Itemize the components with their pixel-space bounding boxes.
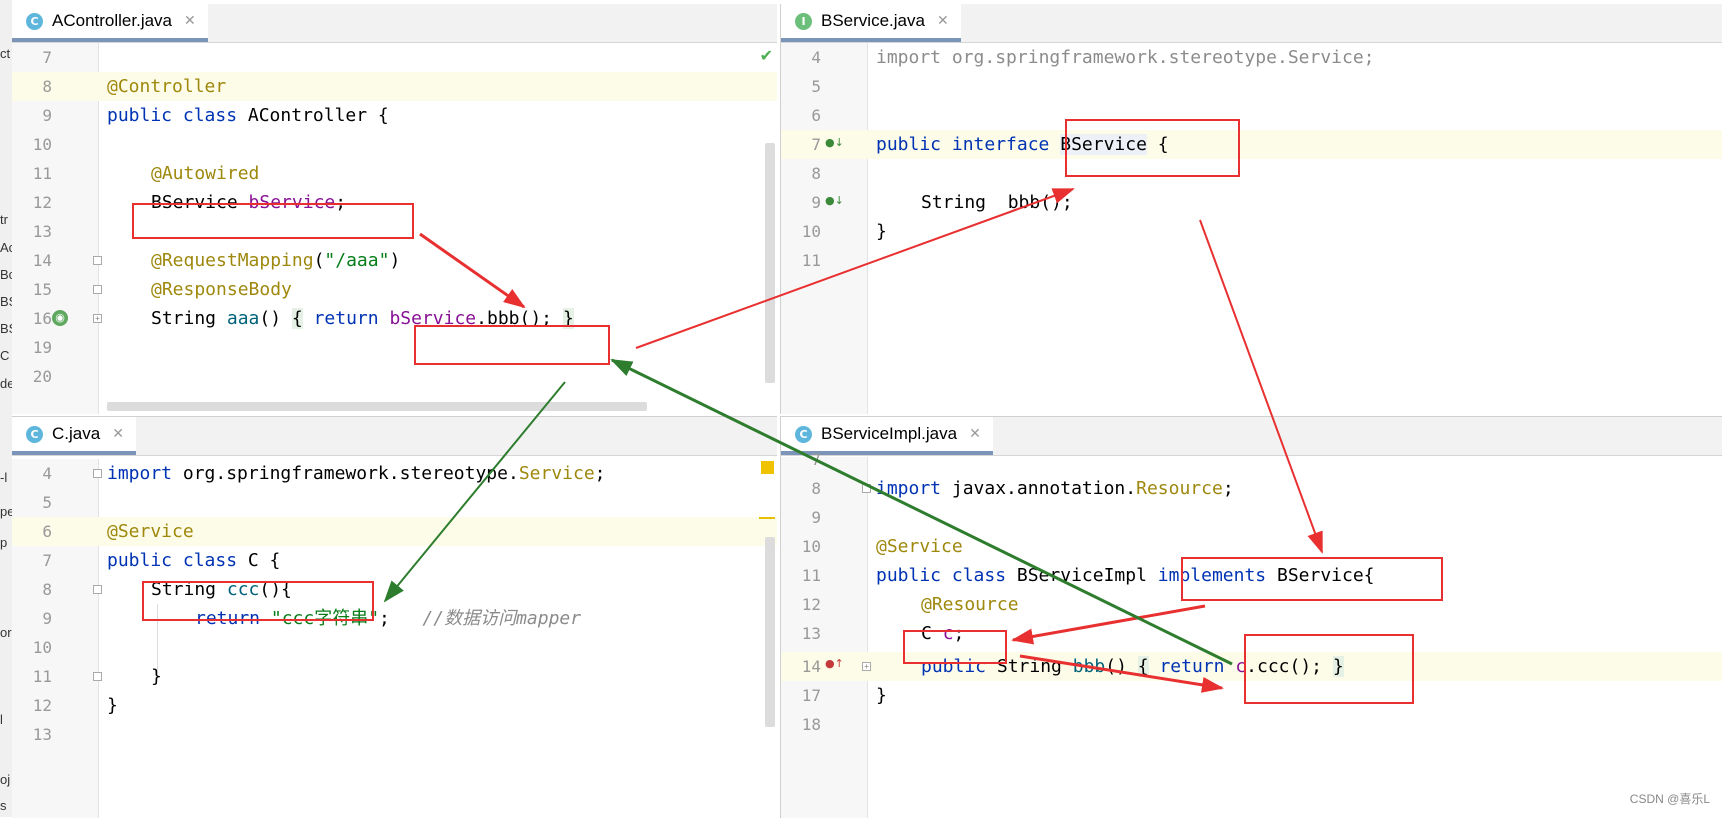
arrow-field-to-call: [419, 232, 526, 309]
annotation-arrows: [383, 188, 1323, 693]
arrow-implements-to-field: [1011, 604, 1206, 645]
arrow-controller-to-ccc: [383, 381, 566, 603]
arrow-call-to-controller: [610, 358, 1233, 666]
arrow-field-to-call: [1019, 654, 1224, 693]
arrow-call-to-interface: [635, 188, 1075, 349]
arrow-interface-to-impl: [1199, 219, 1323, 554]
watermark: CSDN @喜乐L: [1629, 792, 1710, 806]
